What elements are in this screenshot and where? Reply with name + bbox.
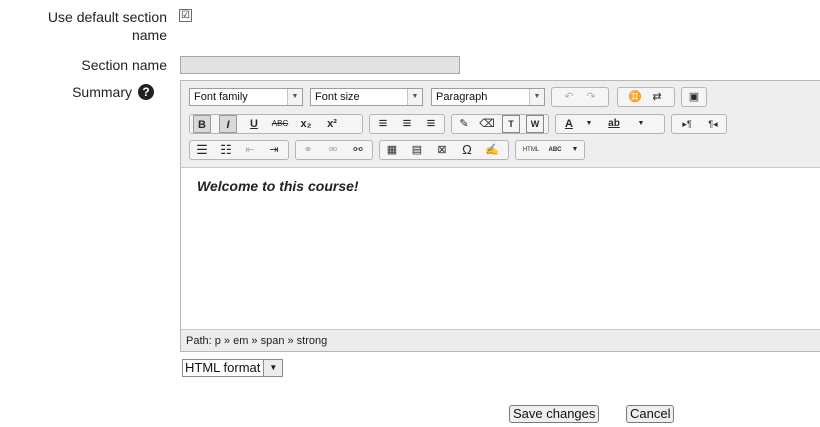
numbered-list-icon[interactable]: ☷: [217, 141, 235, 159]
chevron-down-icon[interactable]: ▼: [580, 115, 598, 133]
highlight-icon[interactable]: ab: [602, 115, 626, 133]
chevron-down-icon[interactable]: ▼: [566, 141, 584, 159]
text-color-icon[interactable]: A: [560, 115, 578, 133]
use-default-label-line2: name: [131, 27, 167, 43]
section-name-input[interactable]: [180, 56, 460, 74]
summary-label: Summary: [72, 84, 132, 100]
special-character-icon[interactable]: Ω: [458, 141, 476, 159]
nonbreaking-space-icon[interactable]: ⊠: [433, 141, 451, 159]
chevron-down-icon: ▼: [287, 89, 302, 105]
undo-icon[interactable]: ↶: [560, 88, 578, 106]
use-default-label-line1: Use default section: [47, 9, 167, 25]
editor-content[interactable]: Welcome to this course!: [181, 168, 820, 328]
clean-paste-group: ✎ ⌫ T W: [451, 114, 549, 134]
underline-button[interactable]: U: [245, 115, 263, 133]
paste-text-icon[interactable]: T: [502, 115, 520, 133]
fullscreen-icon[interactable]: ▣: [685, 88, 703, 106]
find-group: ♊ ⇄: [617, 87, 675, 107]
image-icon[interactable]: ▦: [383, 141, 401, 159]
editor-path-bar: Path: p » em » span » strong: [181, 329, 820, 351]
use-default-label: Use default section name: [0, 8, 167, 44]
rtl-icon[interactable]: ¶◂: [701, 115, 725, 133]
find-icon[interactable]: ♊: [626, 88, 644, 106]
unlink-icon[interactable]: ⚮: [324, 141, 342, 159]
section-name-label: Section name: [81, 57, 167, 73]
link-group: ⚭ ⚮ ⚯: [295, 140, 373, 160]
direction-group: ▸¶ ¶◂: [671, 114, 727, 134]
font-family-value: Font family: [194, 91, 248, 103]
subscript-button[interactable]: x₂: [297, 115, 315, 133]
ltr-icon[interactable]: ▸¶: [675, 115, 699, 133]
eraser-icon[interactable]: ⌫: [478, 115, 496, 133]
summary-editor: Font family ▼ Font size ▼ Paragraph ▼ ↶ …: [180, 80, 820, 352]
paste-word-icon[interactable]: W: [526, 115, 544, 133]
chevron-down-icon: ▼: [407, 89, 422, 105]
anchor-icon[interactable]: ⚯: [349, 141, 367, 159]
media-icon[interactable]: ▤: [408, 141, 426, 159]
superscript-button[interactable]: x²: [323, 115, 341, 133]
welcome-text: Welcome to this course!: [197, 178, 359, 194]
redo-icon[interactable]: ↷: [582, 88, 600, 106]
text-format-select[interactable]: HTML format ▼: [182, 359, 284, 377]
chevron-down-icon[interactable]: ▼: [632, 115, 650, 133]
font-family-select[interactable]: Font family ▼: [189, 88, 303, 106]
indent-icon[interactable]: ⇥: [265, 141, 283, 159]
save-changes-button[interactable]: Save changes: [509, 405, 600, 423]
font-size-value: Font size: [315, 91, 360, 103]
html-spell-group: HTML ABC ▼: [515, 140, 585, 160]
color-group: A ▼ ab ▼: [555, 114, 665, 134]
insert-group: ▦ ▤ ⊠ Ω ✍: [379, 140, 509, 160]
align-group: ≡ ≡ ≡: [369, 114, 445, 134]
bold-button[interactable]: B: [193, 115, 211, 133]
strikethrough-button[interactable]: ABC: [271, 115, 289, 133]
cancel-button[interactable]: Cancel: [626, 405, 675, 423]
align-left-icon[interactable]: ≡: [374, 115, 392, 133]
replace-icon[interactable]: ⇄: [648, 88, 666, 106]
text-format-value: HTML format: [185, 360, 261, 375]
undo-group: ↶ ↷: [551, 87, 609, 107]
italic-button[interactable]: I: [219, 115, 237, 133]
editor-toolbar: Font family ▼ Font size ▼ Paragraph ▼ ↶ …: [181, 81, 820, 168]
chevron-down-icon: ▼: [263, 360, 283, 376]
paragraph-value: Paragraph: [436, 91, 488, 103]
align-right-icon[interactable]: ≡: [422, 115, 440, 133]
spellcheck-icon[interactable]: ABC: [546, 141, 564, 159]
cleanup-icon[interactable]: ✎: [455, 115, 473, 133]
text-style-group: B I U ABC x₂ x²: [189, 114, 363, 134]
list-group: ☰ ☷ ⇤ ⇥: [189, 140, 289, 160]
bullet-list-icon[interactable]: ☰: [193, 141, 211, 159]
align-center-icon[interactable]: ≡: [398, 115, 416, 133]
html-source-icon[interactable]: HTML: [519, 141, 543, 159]
link-icon[interactable]: ⚭: [299, 141, 317, 159]
chevron-down-icon: ▼: [529, 89, 544, 105]
edit-icon[interactable]: ✍: [483, 141, 501, 159]
outdent-icon[interactable]: ⇤: [241, 141, 259, 159]
help-icon[interactable]: ?: [138, 84, 154, 100]
use-default-checkbox[interactable]: ☑: [179, 9, 192, 22]
fullscreen-group: ▣: [681, 87, 707, 107]
paragraph-select[interactable]: Paragraph ▼: [431, 88, 545, 106]
font-size-select[interactable]: Font size ▼: [310, 88, 423, 106]
